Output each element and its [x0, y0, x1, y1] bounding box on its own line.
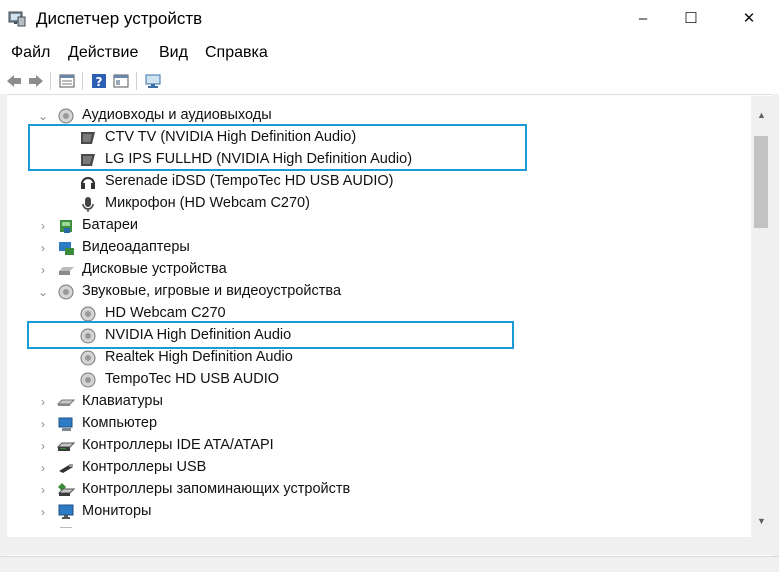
display-adapter-icon [59, 242, 74, 255]
headphones-icon [81, 177, 95, 189]
toolbar-separator [50, 72, 51, 90]
tree-category-label: Мониторы [82, 503, 152, 519]
tree-category-label: Контроллеры IDE ATA/ATAPI [82, 437, 274, 453]
tree-device-microphone[interactable]: Микрофон (HD Webcam C270) [7, 193, 751, 215]
forward-icon[interactable] [27, 72, 45, 90]
frame-right [771, 94, 779, 556]
monitor-scan-icon[interactable] [144, 72, 162, 90]
chevron-right-icon[interactable]: › [36, 262, 50, 278]
menu-bar: Файл Действие Вид Справка [0, 40, 779, 66]
highlight-box-audio-outputs [28, 124, 527, 171]
device-tree[interactable]: ⌄ Аудиовходы и аудиовыходы CTV TV (NVIDI… [7, 96, 751, 528]
chevron-right-icon[interactable]: › [36, 218, 50, 234]
minimize-icon: – [638, 9, 648, 27]
minimize-button[interactable]: – [620, 4, 666, 32]
tree-category-ide[interactable]: › Контроллеры IDE ATA/ATAPI [7, 435, 751, 457]
tree-device-label: Realtek High Definition Audio [105, 349, 293, 365]
tree-category-label: Видеоадаптеры [82, 239, 190, 255]
view-icon[interactable] [112, 72, 130, 90]
chevron-right-icon[interactable]: › [36, 482, 50, 498]
title-bar: Диспетчер устройств – ☐ ✕ [0, 0, 779, 38]
speaker-icon [80, 372, 96, 388]
frame-left [0, 94, 7, 556]
tree-device-label: Микрофон (HD Webcam C270) [105, 195, 310, 211]
tree-category-batteries[interactable]: › Батареи [7, 215, 751, 237]
tree-category-monitors[interactable]: › Мониторы [7, 501, 751, 523]
maximize-button[interactable]: ☐ [668, 4, 714, 32]
help-icon[interactable]: ? [90, 72, 108, 90]
tree-category-storage[interactable]: › Контроллеры запоминающих устройств [7, 479, 751, 501]
tree-category-sound-devices[interactable]: ⌄ Звуковые, игровые и видеоустройства [7, 281, 751, 303]
tree-device-tempotec-audio[interactable]: TempoTec HD USB AUDIO [7, 369, 751, 391]
speaker-icon [58, 284, 74, 300]
chevron-right-icon[interactable]: › [36, 438, 50, 454]
speaker-icon [80, 350, 96, 366]
microphone-icon [82, 197, 94, 212]
tree-category-label: Контроллеры USB [82, 459, 207, 475]
keyboard-icon [57, 399, 75, 406]
tree-category-label: Клавиатуры [82, 393, 163, 409]
tree-category-label: Контроллеры запоминающих устройств [82, 481, 351, 497]
window-title: Диспетчер устройств [36, 9, 203, 28]
usb-icon [59, 464, 73, 473]
menu-action[interactable]: Действие [68, 44, 138, 62]
speaker-icon [58, 108, 74, 124]
tree-device-realtek-audio[interactable]: Realtek High Definition Audio [7, 347, 751, 369]
device-manager-icon [8, 11, 26, 27]
tree-category-usb[interactable]: › Контроллеры USB [7, 457, 751, 479]
tree-category-label: Звуковые, игровые и видеоустройства [82, 283, 342, 299]
battery-icon [60, 220, 72, 233]
highlight-box-nvidia-audio [27, 321, 514, 349]
ide-controller-icon [57, 442, 75, 451]
chevron-down-icon[interactable]: ⌄ [36, 108, 50, 124]
tree-category-disk-drives[interactable]: › Дисковые устройства [7, 259, 751, 281]
scroll-up-icon[interactable]: ▲ [757, 110, 766, 120]
vertical-scrollbar[interactable]: ▲ ▼ [751, 96, 771, 537]
tree-device-label: Serenade iDSD (TempoTec HD USB AUDIO) [105, 173, 394, 189]
menu-file[interactable]: Файл [11, 44, 50, 62]
menu-help[interactable]: Справка [205, 44, 268, 62]
chevron-down-icon[interactable]: ⌄ [36, 284, 50, 300]
svg-text:?: ? [96, 75, 103, 89]
chevron-right-icon[interactable]: › [36, 416, 50, 432]
chevron-right-icon[interactable]: › [36, 526, 50, 528]
tree-device-label: TempoTec HD USB AUDIO [105, 371, 280, 387]
tree-device-serenade[interactable]: Serenade iDSD (TempoTec HD USB AUDIO) [7, 171, 751, 193]
chevron-right-icon[interactable]: › [36, 240, 50, 256]
mouse-icon [60, 527, 72, 528]
menu-view[interactable]: Вид [159, 44, 188, 62]
disk-drive-icon [59, 267, 74, 275]
chevron-right-icon[interactable]: › [36, 460, 50, 476]
toolbar-separator [136, 72, 137, 90]
tree-row-cutoff-bottom: › [7, 523, 751, 528]
close-icon: ✕ [742, 10, 756, 27]
tree-category-label: Аудиовходы и аудиовыходы [82, 107, 272, 123]
chevron-right-icon[interactable]: › [36, 394, 50, 410]
tree-category-video-adapters[interactable]: › Видеоадаптеры [7, 237, 751, 259]
toolbar-separator [82, 72, 83, 90]
tree-device-label: HD Webcam C270 [105, 305, 226, 321]
tree-category-label: Дисковые устройства [82, 261, 227, 277]
chevron-right-icon[interactable]: › [36, 504, 50, 520]
tree-category-label: Компьютер [82, 415, 158, 431]
vertical-scroll-thumb[interactable] [754, 136, 768, 228]
status-bar [0, 556, 779, 572]
back-icon[interactable] [5, 72, 23, 90]
storage-controller-icon [57, 483, 75, 496]
tree-category-keyboards[interactable]: › Клавиатуры [7, 391, 751, 413]
computer-icon [58, 417, 73, 431]
toolbar: ? [0, 68, 779, 95]
tree-category-label: Батареи [82, 217, 139, 233]
tree-category-computer[interactable]: › Компьютер [7, 413, 751, 435]
properties-list-icon[interactable] [58, 72, 76, 90]
monitor-icon [58, 504, 74, 519]
close-button[interactable]: ✕ [726, 4, 772, 32]
maximize-icon: ☐ [684, 10, 698, 27]
scroll-down-icon[interactable]: ▼ [757, 516, 766, 526]
tree-row-cutoff [7, 96, 751, 104]
horizontal-scrollbar[interactable] [7, 537, 771, 555]
